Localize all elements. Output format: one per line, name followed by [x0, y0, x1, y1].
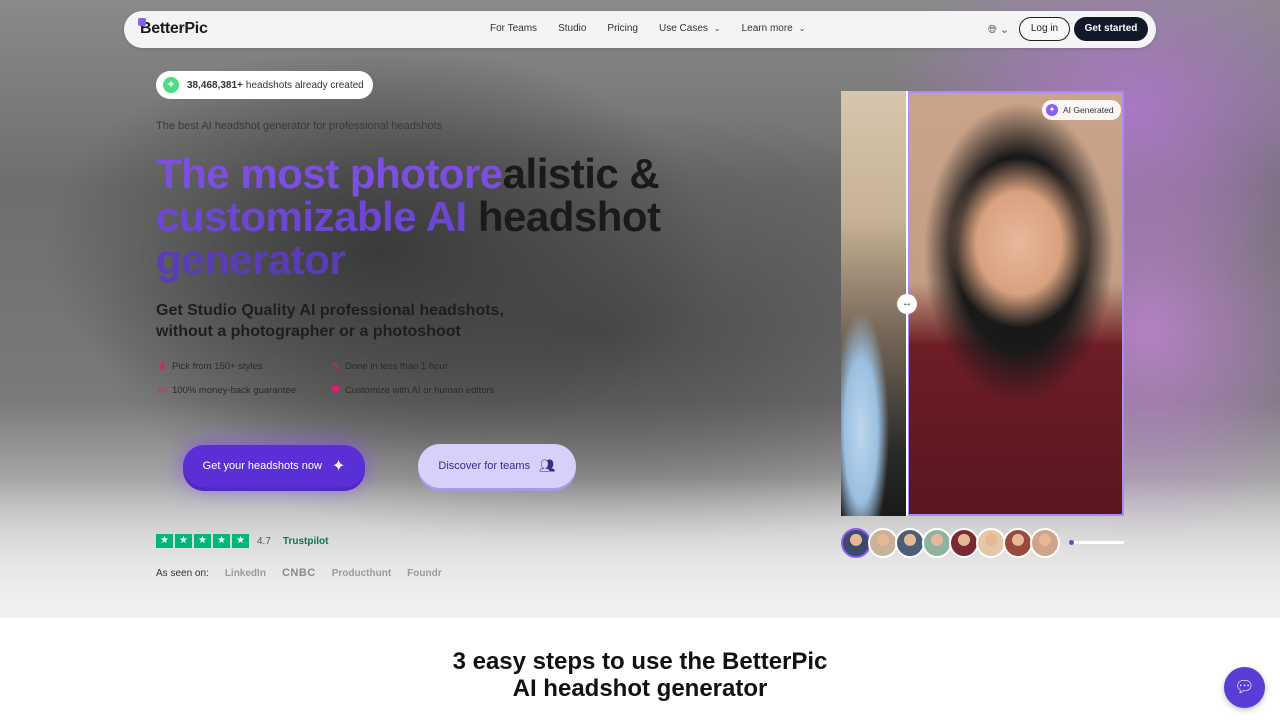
star-icon: ★ [156, 534, 173, 548]
trustpilot-rating[interactable]: ★ ★ ★ ★ ★ 4.7 Trustpilot [156, 534, 328, 548]
headshots-count: 38,468,381+ [187, 79, 243, 91]
trustpilot-logo: Trustpilot [282, 535, 329, 547]
chat-support-button[interactable]: 💬︎ [1224, 667, 1265, 708]
hero-tagline: The best AI headshot generator for profe… [156, 120, 443, 132]
feature-item: ⛊ Customize with AI or human editors [330, 385, 495, 396]
cta-label: Discover for teams [438, 460, 531, 472]
example-thumbnails [841, 528, 1060, 558]
steps-section-title: 3 easy steps to use the BetterPic AI hea… [452, 648, 828, 702]
linkedin-logo: LinkedIn [224, 567, 266, 579]
chat-bubble-icon: 💬︎ [1234, 679, 1255, 696]
star-icon: ★ [194, 534, 211, 548]
ai-generated-label: AI Generated [1063, 105, 1114, 115]
headline-highlight: The most photore [156, 150, 503, 197]
headline-text: alistic & [502, 150, 660, 197]
cnbc-logo: CNBC [281, 567, 316, 579]
nav-link-label: For Teams [490, 23, 538, 34]
headshots-count-text: headshots already created [245, 79, 364, 91]
carousel-knob[interactable] [1069, 540, 1074, 545]
lightning-icon: ϟ [332, 361, 339, 372]
dress-icon: ▮ [159, 361, 166, 372]
drag-handle-icon[interactable]: ↔ [897, 294, 917, 314]
headshots-count-badge: ✦ 38,468,381+ headshots already created [156, 71, 373, 99]
sparkle-icon: ✦ [1046, 104, 1058, 116]
star-icon: ★ [232, 534, 249, 548]
headline-highlight: customizable AI [156, 193, 467, 240]
sparkle-icon: ✦ [331, 458, 346, 475]
foundr-logo: Foundr [407, 567, 442, 579]
thumbnail[interactable] [868, 528, 898, 558]
get-started-button[interactable]: Get started [1074, 17, 1148, 41]
as-seen-on-label: As seen on: [156, 567, 209, 579]
producthunt-logo: Producthunt [331, 567, 392, 579]
feature-label: Done in less than 1 hour [345, 361, 448, 372]
nav-link-use-cases[interactable]: Use Cases ⌄ [659, 23, 721, 34]
money-icon: ▭ [157, 385, 168, 396]
thumbnail[interactable] [841, 528, 871, 558]
nav-link-label: Studio [558, 23, 587, 34]
nav-link-studio[interactable]: Studio [558, 23, 586, 34]
feature-item: ϟ Done in less than 1 hour [330, 361, 448, 372]
feature-label: Pick from 150+ styles [172, 361, 263, 372]
betterpic-logo[interactable]: BetterPic [138, 18, 208, 38]
language-globe-icon[interactable]: 🌐︎ ⌄ [988, 23, 1009, 37]
sparkle-icon: ✦ [163, 77, 179, 93]
nav-links: For Teams Studio Pricing Use Cases ⌄ Lear… [490, 23, 826, 34]
cta-label: Get your headshots now [202, 460, 322, 472]
star-icon: ★ [213, 534, 230, 548]
feature-label: Customize with AI or human editors [345, 385, 495, 396]
ai-generated-badge: ✦ AI Generated [1042, 100, 1121, 120]
carousel-progress[interactable] [1069, 540, 1124, 545]
star-icon: ★ [175, 534, 192, 548]
headline-text: headshot [466, 193, 661, 240]
before-after-comparison[interactable]: ↔ ✦ AI Generated [841, 91, 1124, 516]
nav-link-for-teams[interactable]: For Teams [490, 23, 537, 34]
hero-section: BetterPic For Teams Studio Pricing Use C… [0, 0, 1280, 618]
ai-headshot-photo [907, 91, 1124, 516]
login-button[interactable]: Log in [1019, 17, 1070, 41]
chevron-down-icon: ⌄ [713, 24, 721, 33]
discover-teams-button[interactable]: Discover for teams 👥︎ [418, 444, 576, 488]
get-headshots-button[interactable]: Get your headshots now ✦ [183, 445, 365, 487]
as-seen-on: As seen on: LinkedIn CNBC Producthunt Fo… [156, 567, 442, 579]
thumbnail[interactable] [976, 528, 1006, 558]
thumbnail[interactable] [949, 528, 979, 558]
chevron-down-icon: ⌄ [798, 24, 806, 33]
team-icon: 👥︎ [539, 458, 556, 473]
logo-mark-icon [138, 18, 146, 26]
thumbnail[interactable] [1003, 528, 1033, 558]
thumbnail[interactable] [895, 528, 925, 558]
logo-text: BetterPic [140, 20, 208, 37]
thumbnail[interactable] [1030, 528, 1060, 558]
nav-link-learn-more[interactable]: Learn more ⌄ [742, 23, 806, 34]
nav-link-label: Use Cases [659, 23, 708, 34]
nav-link-label: Pricing [607, 23, 638, 34]
headline-highlight: generator [156, 236, 346, 283]
thumbnail[interactable] [922, 528, 952, 558]
nav-link-pricing[interactable]: Pricing [607, 23, 638, 34]
feature-label: 100% money-back guarantee [172, 385, 297, 396]
hero-headline: The most photorealistic & customizable A… [156, 152, 736, 281]
rating-score: 4.7 [257, 535, 271, 547]
top-navbar: BetterPic For Teams Studio Pricing Use C… [124, 11, 1156, 48]
feature-item: ▭ 100% money-back guarantee [157, 385, 296, 396]
feature-item: ▮ Pick from 150+ styles [157, 361, 263, 372]
shield-icon: ⛊ [331, 385, 340, 396]
hero-subheading: Get Studio Quality AI professional heads… [156, 302, 504, 340]
nav-link-label: Learn more [741, 23, 793, 34]
